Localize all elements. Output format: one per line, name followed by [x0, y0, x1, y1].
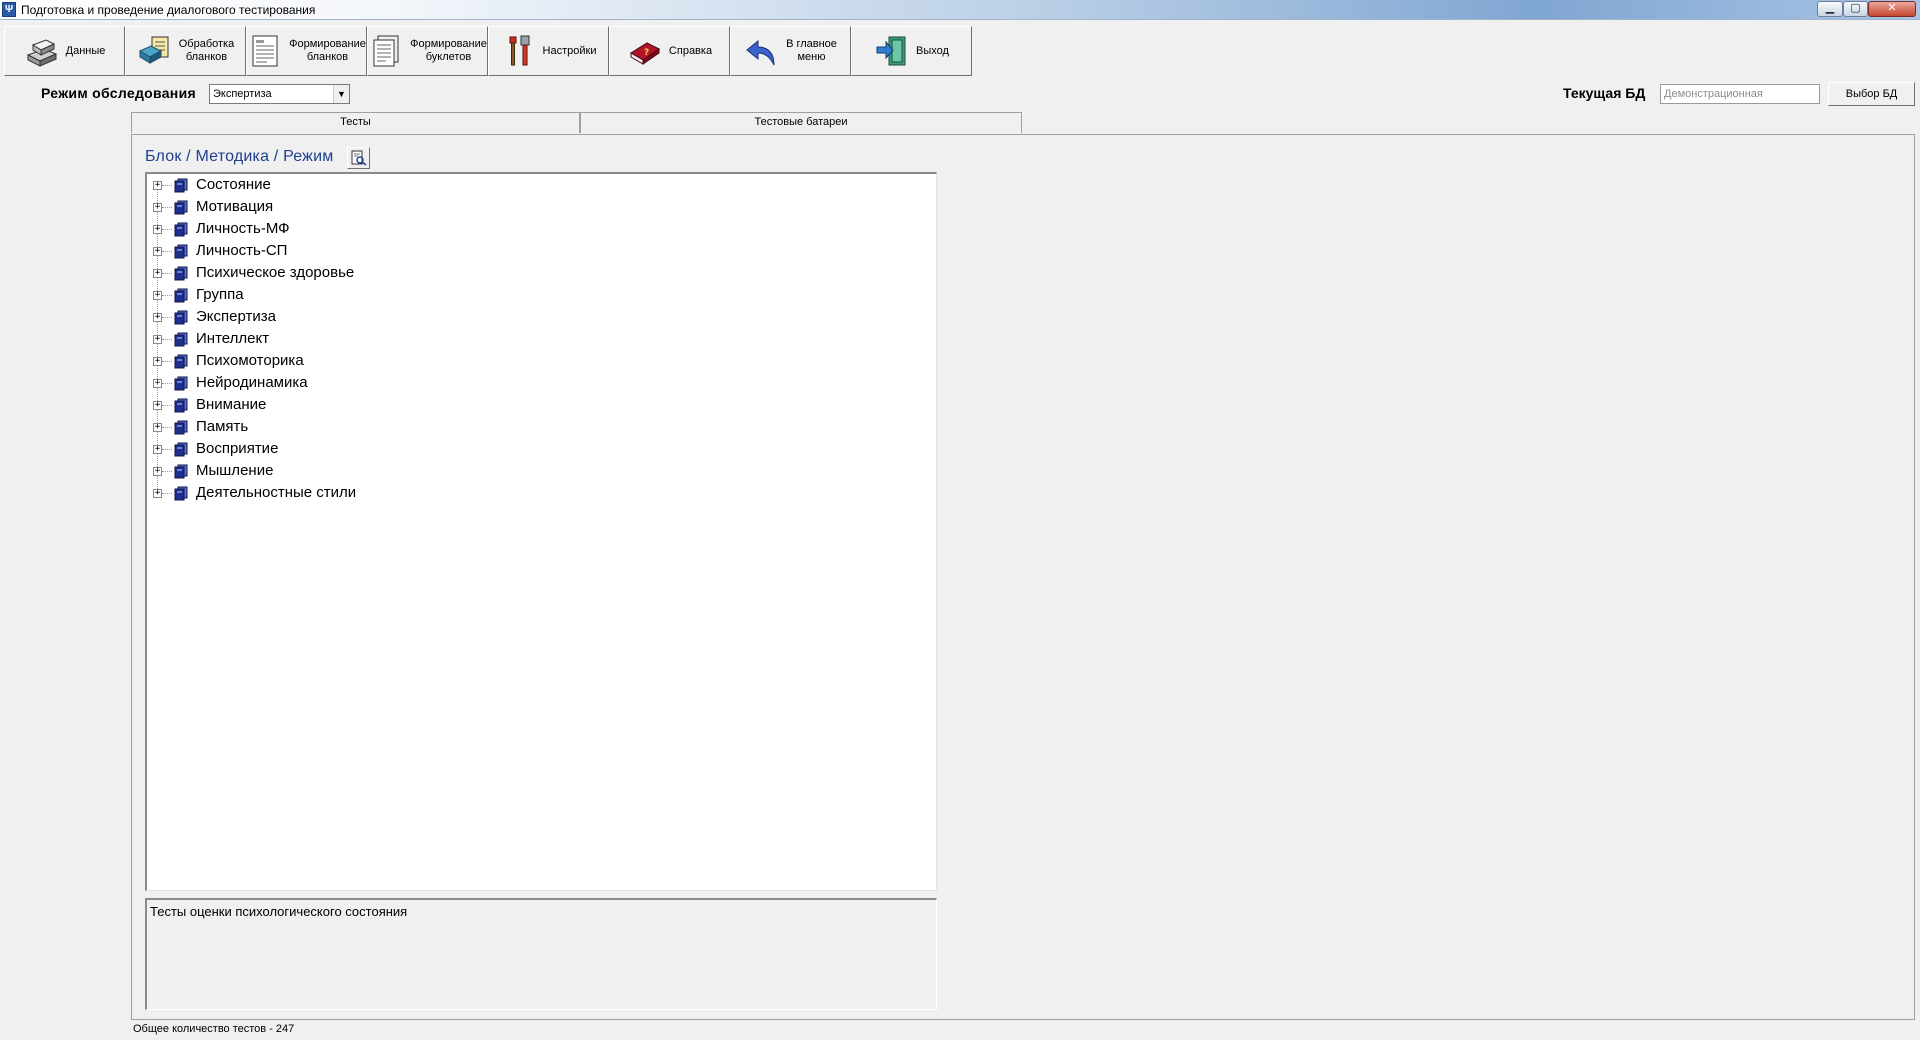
preview-icon: [351, 150, 367, 166]
title-bar: Ψ Подготовка и проведение диалогового те…: [0, 0, 1920, 20]
tree-item-label: Мотивация: [196, 198, 274, 215]
tree-connector: [162, 449, 172, 450]
close-button[interactable]: ✕: [1868, 1, 1916, 17]
expand-icon[interactable]: +: [153, 423, 162, 432]
expand-icon[interactable]: +: [153, 467, 162, 476]
tree-item-label: Интеллект: [196, 330, 270, 347]
expand-icon[interactable]: +: [153, 489, 162, 498]
settings-button[interactable]: Настройки: [488, 26, 609, 76]
tree-connector: [162, 339, 172, 340]
tree-connector: [162, 251, 172, 252]
tree-item-label: Память: [196, 418, 249, 435]
expand-icon[interactable]: +: [153, 335, 162, 344]
tree-item-label: Психомоторика: [196, 352, 304, 369]
maximize-button[interactable]: ▢: [1843, 1, 1868, 17]
tab-test-batteries[interactable]: Тестовые батареи: [580, 112, 1022, 133]
book-stack-icon: [174, 354, 188, 369]
tree-connector: [162, 295, 172, 296]
tree-item-label: Состояние: [196, 176, 271, 193]
booklet-icon: [373, 35, 399, 67]
tree-connector: [162, 493, 172, 494]
book-stack-icon: [174, 464, 188, 479]
book-stack-icon: [174, 200, 188, 215]
tree-item-label: Восприятие: [196, 440, 279, 457]
expand-icon[interactable]: +: [153, 247, 162, 256]
app-logo-icon: Ψ: [2, 2, 16, 17]
book-stack-icon: [174, 332, 188, 347]
book-stack-icon: [174, 398, 188, 413]
process-forms-icon: [138, 36, 169, 64]
tree-connector: [162, 273, 172, 274]
book-stack-icon: [174, 222, 188, 237]
window-title: Подготовка и проведение диалогового тест…: [21, 3, 316, 17]
tree-connector: [162, 229, 172, 230]
back-arrow-icon: [746, 39, 775, 66]
expand-icon[interactable]: +: [153, 379, 162, 388]
expand-icon[interactable]: +: [153, 445, 162, 454]
tree-item-label: Внимание: [196, 396, 267, 413]
book-stack-icon: [174, 376, 188, 391]
tree-item-label: Мышление: [196, 462, 274, 479]
tree-connector: [162, 185, 172, 186]
help-book-icon: ?: [629, 42, 660, 65]
current-db-label: Текущая БД: [1563, 85, 1646, 101]
book-stack-icon: [174, 178, 188, 193]
data-file-icon: [26, 39, 57, 67]
expand-icon[interactable]: +: [153, 357, 162, 366]
minimize-button[interactable]: ▁: [1817, 1, 1843, 17]
form-sheet-icon: [252, 35, 278, 67]
expand-icon[interactable]: +: [153, 291, 162, 300]
process-forms-button[interactable]: Обработка бланков: [125, 26, 246, 76]
book-stack-icon: [174, 486, 188, 501]
tree-item-label: Личность-МФ: [196, 220, 290, 237]
expand-icon[interactable]: +: [153, 225, 162, 234]
tree-item-label: Психическое здоровье: [196, 264, 355, 281]
book-stack-icon: [174, 310, 188, 325]
form-booklets-button[interactable]: Формирование буклетов: [367, 26, 488, 76]
tree-item-label: Личность-СП: [196, 242, 288, 259]
tree-connector: [162, 471, 172, 472]
expand-icon[interactable]: +: [153, 181, 162, 190]
status-total-tests: Общее количество тестов - 247: [133, 1023, 295, 1035]
examination-mode-value: Экспертиза: [213, 88, 272, 100]
tools-icon: [509, 35, 530, 66]
current-db-field[interactable]: Демонстрационная: [1660, 84, 1820, 104]
book-stack-icon: [174, 442, 188, 457]
expand-icon[interactable]: +: [153, 401, 162, 410]
tree-connector: [162, 405, 172, 406]
examination-mode-select[interactable]: Экспертиза ▼: [209, 84, 350, 104]
book-stack-icon: [174, 288, 188, 303]
tree-item-label: Нейродинамика: [196, 374, 308, 391]
expand-icon[interactable]: +: [153, 313, 162, 322]
select-db-button[interactable]: Выбор БД: [1828, 82, 1915, 106]
expand-icon[interactable]: +: [153, 203, 162, 212]
tab-tests[interactable]: Тесты: [131, 112, 580, 133]
book-stack-icon: [174, 244, 188, 259]
exit-door-icon: [876, 36, 906, 66]
method-tree[interactable]: + Состояние + Мотивация + Личность-МФ + Личност…: [145, 172, 937, 891]
examination-mode-label: Режим обследования: [41, 85, 196, 101]
help-button[interactable]: ? Справка: [609, 26, 730, 76]
preview-button[interactable]: [347, 147, 370, 169]
tree-item-label: Деятельностные стили: [196, 484, 357, 501]
expand-icon[interactable]: +: [153, 269, 162, 278]
description-box: Тесты оценки психологического состояния: [145, 898, 937, 1010]
tree-header: Блок / Методика / Режим: [145, 148, 334, 165]
chevron-down-icon[interactable]: ▼: [333, 85, 349, 103]
svg-text:?: ?: [644, 48, 649, 58]
tree-connector: [162, 317, 172, 318]
form-sheets-button[interactable]: Формирование бланков: [246, 26, 367, 76]
main-menu-button[interactable]: В главное меню: [730, 26, 851, 76]
tree-item-label: Группа: [196, 286, 244, 303]
tree-connector: [162, 361, 172, 362]
tree-item-label: Экспертиза: [196, 308, 276, 325]
book-stack-icon: [174, 266, 188, 281]
main-toolbar: Данные Обработка бланков Формирование бл…: [4, 26, 972, 76]
tree-connector: [162, 427, 172, 428]
book-stack-icon: [174, 420, 188, 435]
tree-connector: [162, 383, 172, 384]
exit-button[interactable]: Выход: [851, 26, 972, 76]
data-button[interactable]: Данные: [4, 26, 125, 76]
tree-connector: [162, 207, 172, 208]
